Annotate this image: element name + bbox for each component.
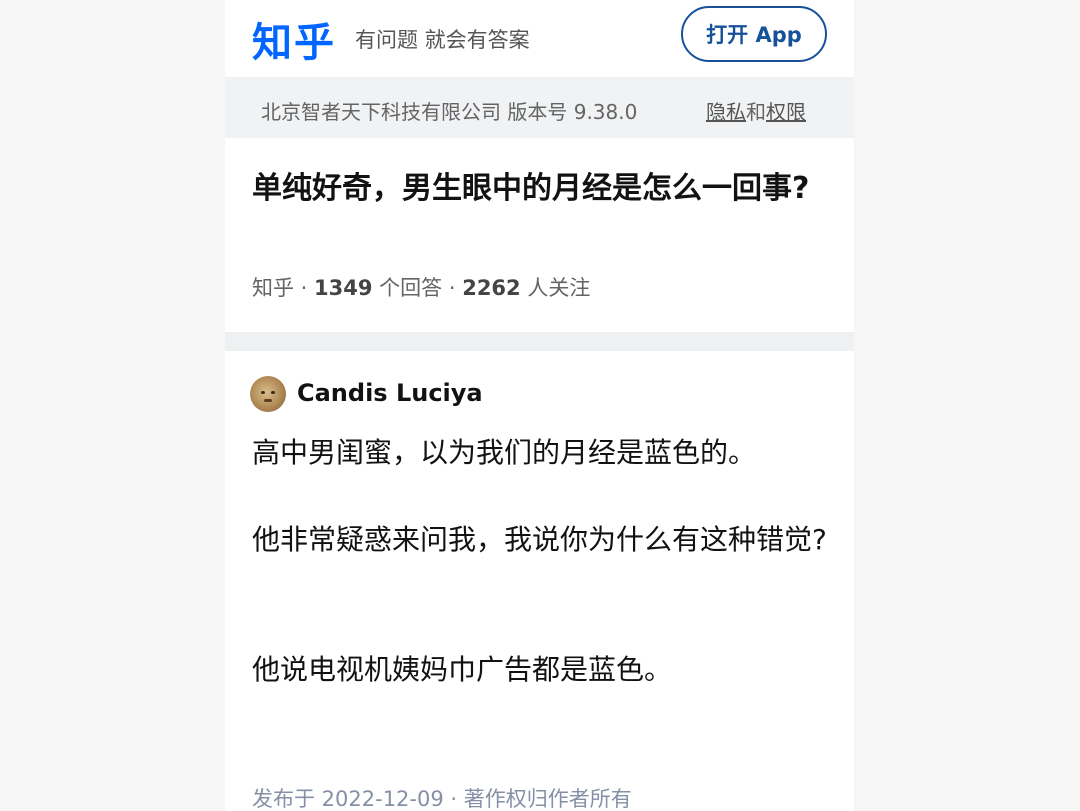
- answers-count: 1349: [314, 276, 373, 300]
- followers-unit: 人关注: [520, 276, 591, 300]
- question-card: 单纯好奇，男生眼中的月经是怎么一回事? 知乎 · 1349 个回答 · 2262…: [225, 138, 854, 332]
- zhihu-logo[interactable]: 知乎: [252, 10, 336, 68]
- slogan: 有问题 就会有答案: [355, 28, 530, 52]
- followers-count: 2262: [462, 276, 521, 300]
- meta-separator: ·: [442, 276, 463, 300]
- zhihu-page: 知乎 有问题 就会有答案 打开 App 北京智者天下科技有限公司 版本号 9.3…: [225, 0, 854, 811]
- avatar-eye: [261, 391, 265, 394]
- section-divider: [225, 332, 854, 351]
- published-info: 发布于 2022-12-09 · 著作权归作者所有: [252, 787, 632, 811]
- answer-paragraph: 他非常疑惑来问我，我说你为什么有这种错觉?: [252, 523, 827, 556]
- answers-unit: 个回答: [372, 276, 443, 300]
- company-info-bar: 北京智者天下科技有限公司 版本号 9.38.0 隐私和权限: [225, 77, 854, 138]
- avatar-mouth: [264, 399, 272, 402]
- privacy-permissions: 隐私和权限: [706, 96, 806, 125]
- question-source: 知乎: [252, 276, 294, 300]
- open-app-button[interactable]: 打开 App: [681, 6, 827, 62]
- question-meta: 知乎 · 1349 个回答 · 2262 人关注: [252, 272, 590, 302]
- company-version-text: 北京智者天下科技有限公司 版本号 9.38.0: [261, 100, 638, 124]
- permissions-link[interactable]: 权限: [766, 100, 806, 124]
- avatar-eye: [271, 391, 275, 394]
- and-text: 和: [746, 100, 766, 124]
- author-name[interactable]: Candis Luciya: [297, 379, 483, 407]
- top-header: 知乎 有问题 就会有答案 打开 App: [225, 0, 854, 77]
- answer-card: Candis Luciya 高中男闺蜜，以为我们的月经是蓝色的。 他非常疑惑来问…: [225, 351, 854, 811]
- privacy-link[interactable]: 隐私: [706, 100, 746, 124]
- answer-paragraph: 高中男闺蜜，以为我们的月经是蓝色的。: [252, 436, 757, 469]
- answer-paragraph: 他说电视机姨妈巾广告都是蓝色。: [252, 653, 673, 686]
- meta-separator: ·: [294, 276, 315, 300]
- avatar[interactable]: [250, 376, 286, 412]
- question-title[interactable]: 单纯好奇，男生眼中的月经是怎么一回事?: [252, 166, 832, 212]
